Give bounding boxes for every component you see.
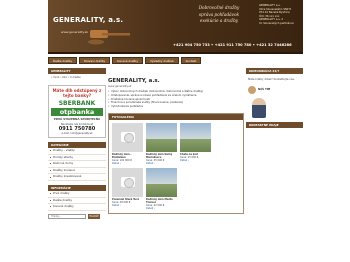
gallery-item[interactable]: Pozemok Stará Turá Cena: 28 000 € Detail… (112, 167, 143, 210)
gallery-item[interactable]: Rodinný dom Mesto Tisovec Cena: 42 000 €… (146, 167, 177, 210)
category-item[interactable]: Dražby - všetky (48, 148, 106, 155)
item-detail-link[interactable]: Detail › (146, 207, 177, 210)
right-sidebar: KOMUNIKÁCIA 24/7 Máte krátky dotaz? Kont… (246, 68, 303, 128)
item-detail-link[interactable]: Detail › (112, 204, 143, 207)
promo-email: e-mail: info@generality.sk (61, 132, 93, 135)
item-detail-link[interactable]: Detail › (146, 162, 177, 165)
left-sidebar: GENERALITY • Úvod • Kde • O dražbe Máte … (48, 68, 106, 219)
site-url: www.generality.sk (61, 30, 89, 34)
info-item[interactable]: Prvé dražby (48, 191, 106, 198)
house-photo[interactable] (146, 167, 177, 197)
team-logo-text: NÁŠ TÍM (258, 88, 271, 92)
page-title: GENERALITY, a.s. (108, 78, 160, 84)
header-slogan: Dobrovoľné dražby správa pohľadávok exek… (198, 5, 240, 24)
otpbanka-logo: otpbanka (51, 108, 103, 116)
nav-tab-kontakt[interactable]: Kontakt (180, 57, 202, 64)
camera-placeholder-icon[interactable] (112, 167, 143, 197)
search-input[interactable]: Hľadaj... (48, 213, 86, 219)
services-list: Výkon dobrovoľných dražieb (dobrovoľné, … (108, 90, 244, 109)
header-phones: +421 904 750 733 • +421 911 750 780 • +4… (173, 43, 292, 47)
sberbank-logo: SBERBANK (58, 100, 96, 107)
camera-placeholder-icon[interactable] (112, 122, 143, 152)
item-detail-link[interactable]: Detail › (180, 159, 211, 162)
right-title-2: KONTAKTNÉ ÚDAJE (246, 121, 303, 128)
search-row: Hľadaj... HĽADAŤ (48, 213, 106, 219)
categories-box: KATEGÓRIE Dražby - všetky Domky stavby R… (48, 142, 106, 181)
info-box: INFORMÁCIE Prvé dražby Ďalšie dražby Kon… (48, 184, 106, 211)
house-photo[interactable] (146, 122, 177, 152)
promo-question: Máte dlh odstúpený z tejto banky? (52, 88, 102, 98)
nav-tab-pozvani[interactable]: Pozvani dražby (79, 57, 111, 64)
category-item[interactable]: Rodinné domy (48, 161, 106, 168)
info-item[interactable]: Konané dražby (48, 204, 106, 211)
item-detail-link[interactable]: Detail › (112, 162, 143, 165)
nav-tab-dalsie[interactable]: Ďalšie dražby (48, 57, 78, 64)
header-contact: GENERALITY a.s. Ulica Slovenského SNP 8 … (259, 4, 294, 25)
info-item[interactable]: Ďalšie dražby (48, 198, 106, 205)
category-item[interactable]: Dražby zrealizované (48, 174, 106, 181)
gallery-item[interactable]: Rodinný dom - Bratislava Cena: 100 000 €… (112, 122, 143, 165)
category-item[interactable]: Dražby zrušené (48, 168, 106, 175)
main-content: GENERALITY, a.s. www.generality.sk Výkon… (108, 68, 244, 214)
gallery-item[interactable]: Chata na koci Cena: 25 000 € Detail › (180, 122, 211, 165)
page-url[interactable]: www.generality.sk (108, 85, 244, 88)
site-header: GENERALITY, a.s. www.generality.sk Dobro… (48, 0, 303, 54)
prva-stavebna-logo: PRVÁ STAVEBNÁ SPORITEĽŇA (53, 117, 101, 121)
promo-banner[interactable]: Máte dlh odstúpený z tejto banky? SBERBA… (48, 85, 106, 138)
right-text: Máte krátky dotaz? Kontaktujte nás. (248, 78, 295, 81)
main-nav: Ďalšie dražby Pozvani dražby Konané draž… (48, 57, 303, 65)
house-photo[interactable] (180, 122, 211, 152)
gallery-item[interactable]: Rodinný dom Dolný Marinkovce Cena: 35 00… (146, 122, 177, 165)
team-logo-icon (248, 85, 256, 94)
service-item: Vyhodnotenie podkladov (108, 105, 244, 109)
person-photo (252, 97, 266, 118)
gavel-icon (88, 30, 130, 45)
nav-tab-konane[interactable]: Konané dražby (112, 57, 143, 64)
category-item[interactable]: Domky stavby (48, 155, 106, 162)
search-button[interactable]: HĽADAŤ (88, 213, 100, 219)
nav-tab-vysledky[interactable]: Výsledky dražieb (144, 57, 179, 64)
gallery: FOTOGALÉRIA Rodinný dom - Bratislava Cen… (108, 112, 244, 214)
site-logo[interactable]: GENERALITY, a.s. (53, 16, 123, 24)
breadcrumb[interactable]: • Úvod • Kde • O dražbe (48, 74, 106, 81)
team-logo[interactable]: NÁŠ TÍM (246, 85, 303, 94)
